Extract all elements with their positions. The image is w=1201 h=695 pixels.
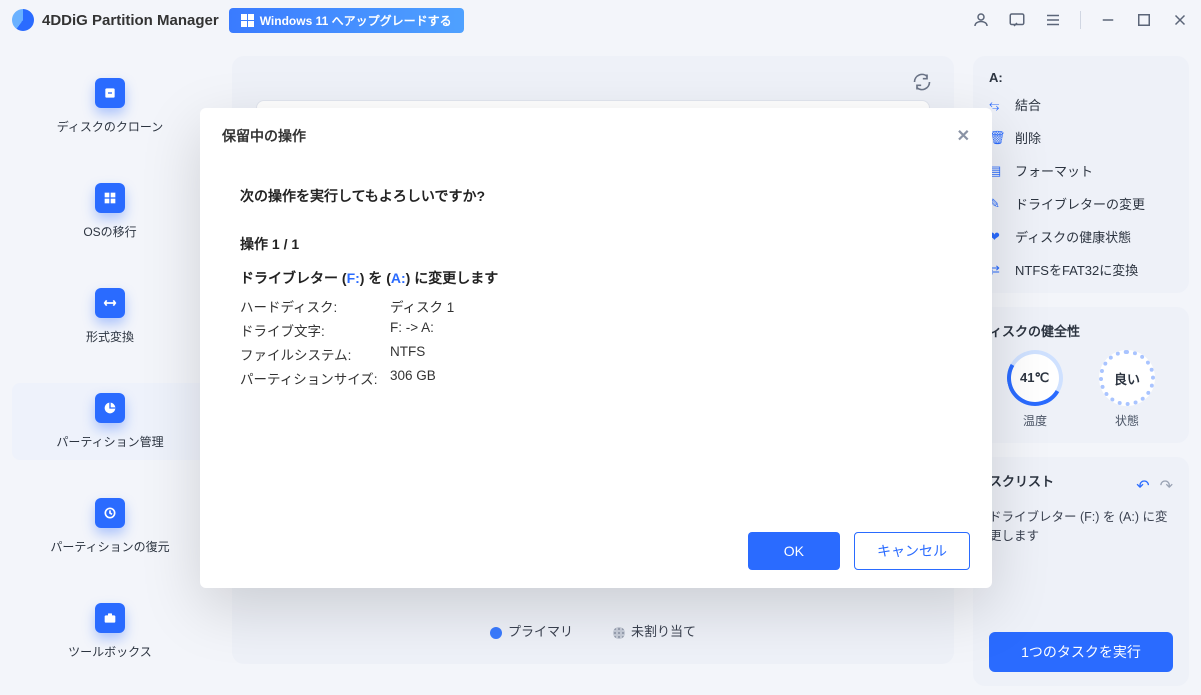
sidebar-label: OSの移行 xyxy=(83,223,136,240)
menu-icon[interactable] xyxy=(1044,11,1062,29)
cancel-button[interactable]: キャンセル xyxy=(854,532,970,570)
action-disk-health[interactable]: ❤ディスクの健康状態 xyxy=(989,227,1173,246)
confirm-question: 次の操作を実行してもよろしいですか? xyxy=(240,186,952,206)
ok-button[interactable]: OK xyxy=(748,532,840,570)
sidebar-label: ディスクのクローン xyxy=(57,118,164,135)
action-merge[interactable]: ⥃結合 xyxy=(989,95,1173,114)
undo-icon[interactable]: ↶ xyxy=(1136,476,1149,496)
detail-key: パーティションサイズ: xyxy=(240,368,390,388)
modal-title: 保留中の操作 xyxy=(222,126,306,146)
temp-label: 温度 xyxy=(1023,412,1047,429)
detail-key: ドライブ文字: xyxy=(240,320,390,340)
feedback-icon[interactable] xyxy=(1008,11,1026,29)
sidebar-label: パーティション管理 xyxy=(56,433,163,450)
sidebar-item-convert[interactable]: 形式変換 xyxy=(12,278,208,355)
legend-unallocated: 未割り当て xyxy=(613,621,696,640)
tasklist-title: スクリスト xyxy=(989,471,1054,490)
partition-recover-icon xyxy=(95,498,125,528)
app-title: 4DDiG Partition Manager xyxy=(42,12,219,29)
action-delete[interactable]: 🗑削除 xyxy=(989,128,1173,147)
task-list-panel: スクリスト ↶ ↷ ドライブレター (F:) を (A:) に変更します 1つの… xyxy=(973,457,1189,686)
sidebar: ディスクのクローン OSの移行 形式変換 パーティション管理 パーティションの復… xyxy=(0,50,220,670)
sidebar-label: パーティションの復元 xyxy=(50,538,169,555)
drive-actions-panel: A: ⥃結合 🗑削除 ▤フォーマット ✎ドライブレターの変更 ❤ディスクの健康状… xyxy=(973,56,1189,293)
account-icon[interactable] xyxy=(972,11,990,29)
detail-value: ディスク 1 xyxy=(390,296,952,316)
toolbox-icon xyxy=(95,603,125,633)
redo-icon[interactable]: ↷ xyxy=(1160,476,1173,496)
sidebar-label: 形式変換 xyxy=(86,328,134,345)
app-logo-icon xyxy=(12,9,34,31)
window-minimize-icon[interactable] xyxy=(1099,11,1117,29)
os-migration-icon xyxy=(95,183,125,213)
window-close-icon[interactable] xyxy=(1171,11,1189,29)
action-ntfs-to-fat32[interactable]: ⇄NTFSをFAT32に変換 xyxy=(989,260,1173,279)
upgrade-windows-button[interactable]: Windows 11 へアップグレードする xyxy=(229,8,464,33)
titlebar-divider xyxy=(1080,11,1081,29)
titlebar-actions xyxy=(972,11,1189,29)
sidebar-item-disk-clone[interactable]: ディスクのクローン xyxy=(12,68,208,145)
titlebar: 4DDiG Partition Manager Windows 11 へアップグ… xyxy=(0,0,1201,40)
detail-value: F: -> A: xyxy=(390,320,952,340)
operation-description: ドライブレター (F:) を (A:) に変更します xyxy=(240,268,952,288)
refresh-icon[interactable] xyxy=(912,72,932,97)
sidebar-item-partition-recover[interactable]: パーティションの復元 xyxy=(12,488,208,565)
convert-icon xyxy=(95,288,125,318)
legend-primary: プライマリ xyxy=(490,621,573,640)
window-maximize-icon[interactable] xyxy=(1135,11,1153,29)
action-change-drive-letter[interactable]: ✎ドライブレターの変更 xyxy=(989,194,1173,213)
windows-logo-icon xyxy=(241,14,254,27)
detail-value: 306 GB xyxy=(390,368,952,388)
sidebar-item-os-migration[interactable]: OSの移行 xyxy=(12,173,208,250)
partition-manage-icon xyxy=(95,393,125,423)
sidebar-label: ツールボックス xyxy=(68,643,152,660)
operation-details: ハードディスク: ディスク 1 ドライブ文字: F: -> A: ファイルシステ… xyxy=(240,296,952,388)
modal-close-icon[interactable]: ✕ xyxy=(957,126,970,146)
disk-health-panel: ィスクの健全性 41℃ 良い 温度 状態 xyxy=(973,307,1189,443)
state-label: 状態 xyxy=(1115,412,1139,429)
detail-key: ハードディスク: xyxy=(240,296,390,316)
temperature-gauge: 41℃ xyxy=(1001,344,1070,413)
pending-task-text: ドライブレター (F:) を (A:) に変更します xyxy=(989,508,1173,546)
right-column: A: ⥃結合 🗑削除 ▤フォーマット ✎ドライブレターの変更 ❤ディスクの健康状… xyxy=(973,56,1189,686)
pending-operations-modal: 保留中の操作 ✕ 次の操作を実行してもよろしいですか? 操作 1 / 1 ドライ… xyxy=(200,108,992,588)
upgrade-label: Windows 11 へアップグレードする xyxy=(260,12,452,29)
state-gauge: 良い xyxy=(1099,350,1155,406)
health-title: ィスクの健全性 xyxy=(989,321,1173,340)
detail-key: ファイルシステム: xyxy=(240,344,390,364)
detail-value: NTFS xyxy=(390,344,952,364)
disk-clone-icon xyxy=(95,78,125,108)
operation-counter: 操作 1 / 1 xyxy=(240,234,952,254)
action-format[interactable]: ▤フォーマット xyxy=(989,161,1173,180)
legend: プライマリ 未割り当て xyxy=(232,621,954,640)
run-tasks-button[interactable]: 1つのタスクを実行 xyxy=(989,632,1173,672)
drive-header: A: xyxy=(989,70,1173,85)
sidebar-item-partition-manage[interactable]: パーティション管理 xyxy=(12,383,208,460)
sidebar-item-toolbox[interactable]: ツールボックス xyxy=(12,593,208,670)
